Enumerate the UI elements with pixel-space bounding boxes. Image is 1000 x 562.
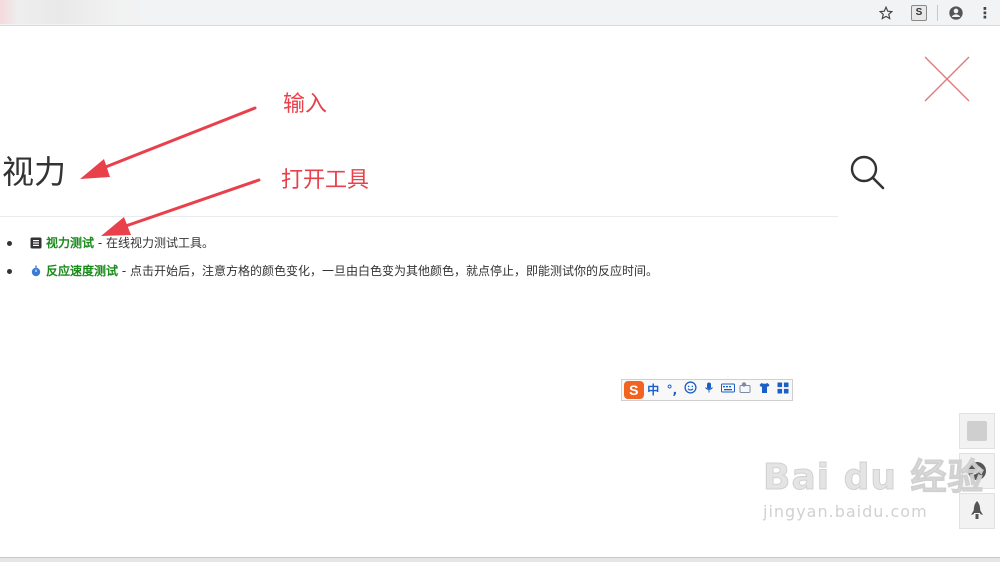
document-icon xyxy=(30,237,42,249)
browser-toolbar: S ⋮ xyxy=(0,0,1000,26)
list-item: 视力测试 - 在线视力测试工具。 xyxy=(7,229,658,257)
mic-icon[interactable] xyxy=(700,381,718,399)
timer-icon xyxy=(31,265,41,277)
annotation-open-tool-label: 打开工具 xyxy=(281,168,370,193)
result-link-vision-test[interactable]: 视力测试 xyxy=(46,236,94,250)
ime-toolbar: S 中 °, xyxy=(621,379,793,401)
bullet xyxy=(7,241,12,246)
search-divider xyxy=(0,216,838,217)
ime-punctuation-toggle[interactable]: °, xyxy=(663,381,681,399)
star-icon[interactable] xyxy=(877,4,895,22)
keyboard-icon[interactable] xyxy=(719,381,737,399)
extension-icon[interactable]: S xyxy=(910,4,928,22)
skin-icon[interactable] xyxy=(756,381,774,399)
watermark-domain: jingyan.baidu.com xyxy=(763,502,928,521)
more-icon[interactable]: ⋮ xyxy=(976,4,994,22)
result-list: 视力测试 - 在线视力测试工具。 反应速度测试 - 点击开始后，注意方格的颜色变… xyxy=(7,229,658,285)
qr-thumbnail-blurred xyxy=(967,421,987,441)
emoji-icon[interactable] xyxy=(682,381,700,399)
annotation-arrow-open-tool xyxy=(101,178,261,236)
extension-letter: S xyxy=(911,5,927,21)
bullet xyxy=(7,269,12,274)
search-icon[interactable] xyxy=(848,153,886,191)
toolbar-divider xyxy=(937,5,938,21)
handwrite-icon[interactable] xyxy=(737,381,755,399)
result-description: - 在线视力测试工具。 xyxy=(94,236,214,250)
watermark: Bai du 经验 jingyan.baidu.com xyxy=(763,457,985,521)
account-icon[interactable] xyxy=(947,4,965,22)
annotation-arrow-input xyxy=(80,106,257,179)
browser-tab-blurred[interactable] xyxy=(0,0,146,24)
search-input[interactable]: 视力 xyxy=(2,152,66,192)
bottom-edge xyxy=(0,557,1000,562)
side-qr-button[interactable] xyxy=(959,413,995,449)
ime-mode-toggle[interactable]: 中 xyxy=(645,381,663,399)
watermark-brand: Bai du 经验 xyxy=(763,457,985,498)
close-icon[interactable] xyxy=(923,55,971,103)
toolbox-icon[interactable] xyxy=(774,381,792,399)
list-item: 反应速度测试 - 点击开始后，注意方格的颜色变化，一旦由白色变为其他颜色，就点停… xyxy=(7,257,658,285)
result-description: - 点击开始后，注意方格的颜色变化，一旦由白色变为其他颜色，就点停止，即能测试你… xyxy=(118,264,658,278)
result-link-reaction-test[interactable]: 反应速度测试 xyxy=(46,264,118,278)
ime-logo-icon[interactable]: S xyxy=(624,381,644,399)
annotation-input-label: 输入 xyxy=(283,92,328,117)
